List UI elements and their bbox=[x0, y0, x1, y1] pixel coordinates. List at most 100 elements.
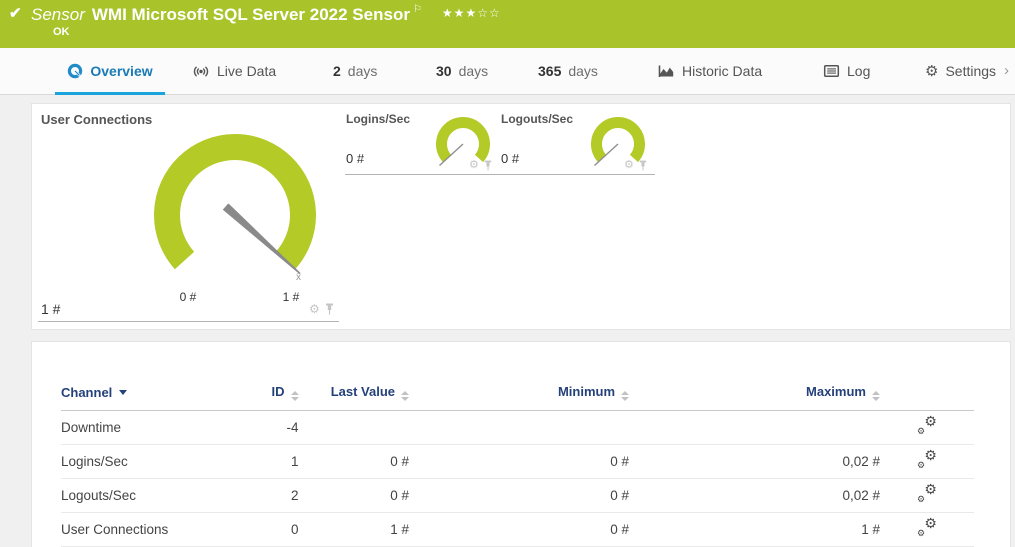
tab-settings[interactable]: ⚙ Settings bbox=[925, 48, 996, 94]
status-badge: OK bbox=[53, 26, 70, 38]
gauge-average-marker: x̄ bbox=[296, 272, 301, 283]
channel-minimum bbox=[409, 411, 629, 445]
flag-icon[interactable]: ⚐ bbox=[413, 4, 422, 15]
gauges-card: User Connections x̄ 0 # 1 # 1 # ⚙ Logins… bbox=[31, 103, 1011, 330]
primary-gauge-actions: ⚙ bbox=[309, 303, 334, 315]
column-header-last-value[interactable]: Last Value bbox=[299, 378, 410, 411]
table-row: Logins/Sec 1 0 # 0 # 0,02 # ⚙⚙ bbox=[61, 445, 974, 479]
channels-card: Channel ID Last Value Minimum Maximum Do… bbox=[31, 341, 1011, 547]
channel-last-value: 0 # bbox=[299, 445, 410, 479]
tab-overview-label: Overview bbox=[90, 63, 152, 79]
tab-2-days-number: 2 bbox=[333, 63, 341, 79]
channel-settings-gear-icon[interactable]: ⚙ bbox=[469, 159, 479, 171]
channel-settings-gears-icon[interactable]: ⚙⚙ bbox=[917, 417, 937, 435]
sensor-kind-label: Sensor bbox=[31, 5, 85, 24]
column-header-minimum[interactable]: Minimum bbox=[409, 378, 629, 411]
channels-table: Channel ID Last Value Minimum Maximum Do… bbox=[61, 378, 974, 547]
primary-gauge-title: User Connections bbox=[41, 112, 152, 127]
logins-gauge-title: Logins/Sec bbox=[346, 112, 410, 126]
tab-historic-data-label: Historic Data bbox=[682, 63, 762, 79]
tab-log[interactable]: Log bbox=[823, 48, 870, 94]
sort-toggle-icon bbox=[872, 391, 880, 401]
sensor-titleline: Sensor WMI Microsoft SQL Server 2022 Sens… bbox=[31, 4, 501, 25]
channel-minimum: 0 # bbox=[409, 513, 629, 547]
channel-maximum: 0,02 # bbox=[629, 479, 880, 513]
tab-30-days-unit: days bbox=[459, 63, 489, 79]
tabs-overflow-chevron-icon[interactable]: › bbox=[1004, 62, 1009, 79]
primary-gauge bbox=[150, 130, 322, 290]
channel-maximum: 1 # bbox=[629, 513, 880, 547]
tab-overview[interactable]: Overview bbox=[55, 48, 165, 94]
channel-settings-gears-icon[interactable]: ⚙⚙ bbox=[917, 451, 937, 469]
primary-panel-divider bbox=[38, 321, 339, 322]
pin-channel-icon[interactable] bbox=[639, 160, 647, 171]
settings-gear-icon: ⚙ bbox=[925, 62, 938, 80]
logins-gauge-current-value: 0 # bbox=[346, 151, 364, 166]
channel-last-value: 0 # bbox=[299, 479, 410, 513]
tab-2-days-unit: days bbox=[348, 63, 378, 79]
tab-log-label: Log bbox=[847, 63, 870, 79]
page-title: WMI Microsoft SQL Server 2022 Sensor bbox=[92, 5, 410, 24]
channel-last-value: 1 # bbox=[299, 513, 410, 547]
channel-last-value bbox=[299, 411, 410, 445]
pin-channel-icon[interactable] bbox=[484, 160, 492, 171]
active-tab-underline bbox=[55, 92, 165, 95]
channel-name[interactable]: Downtime bbox=[61, 411, 253, 445]
channel-settings-gears-icon[interactable]: ⚙⚙ bbox=[917, 519, 937, 537]
sort-descending-icon bbox=[119, 390, 127, 395]
gauge-icon bbox=[67, 63, 83, 79]
column-header-channel-label: Channel bbox=[61, 385, 112, 400]
channel-minimum: 0 # bbox=[409, 479, 629, 513]
column-header-channel[interactable]: Channel bbox=[61, 378, 253, 411]
live-data-icon bbox=[192, 64, 210, 79]
column-header-last-value-label: Last Value bbox=[331, 384, 395, 399]
logins-gauge-actions: ⚙ bbox=[469, 159, 492, 171]
tab-30-days[interactable]: 30 days bbox=[436, 48, 488, 94]
column-header-id[interactable]: ID bbox=[253, 378, 298, 411]
tab-settings-label: Settings bbox=[945, 63, 996, 79]
sensor-page: ✔ Sensor WMI Microsoft SQL Server 2022 Se… bbox=[0, 0, 1015, 547]
primary-gauge-min-label: 0 # bbox=[165, 290, 211, 304]
tab-365-days[interactable]: 365 days bbox=[538, 48, 598, 94]
table-row: User Connections 0 1 # 0 # 1 # ⚙⚙ bbox=[61, 513, 974, 547]
column-header-maximum[interactable]: Maximum bbox=[629, 378, 880, 411]
primary-gauge-max-label: 1 # bbox=[268, 290, 314, 304]
channel-id: 1 bbox=[253, 445, 298, 479]
table-row: Downtime -4 ⚙⚙ bbox=[61, 411, 974, 445]
channel-name[interactable]: Logins/Sec bbox=[61, 445, 253, 479]
logouts-gauge-actions: ⚙ bbox=[624, 159, 647, 171]
stars-empty: ☆☆ bbox=[477, 6, 501, 20]
logouts-panel-divider bbox=[500, 174, 655, 175]
tab-365-days-number: 365 bbox=[538, 63, 561, 79]
channel-name[interactable]: User Connections bbox=[61, 513, 253, 547]
table-row: Logouts/Sec 2 0 # 0 # 0,02 # ⚙⚙ bbox=[61, 479, 974, 513]
logouts-gauge-current-value: 0 # bbox=[501, 151, 519, 166]
tab-2-days[interactable]: 2 days bbox=[333, 48, 377, 94]
channel-minimum: 0 # bbox=[409, 445, 629, 479]
tab-live-data-label: Live Data bbox=[217, 63, 276, 79]
column-header-id-label: ID bbox=[272, 384, 285, 399]
channel-settings-gears-icon[interactable]: ⚙⚙ bbox=[917, 485, 937, 503]
tab-bar: Overview Live Data 2 days 30 days 365 da… bbox=[0, 48, 1015, 95]
column-header-minimum-label: Minimum bbox=[558, 384, 615, 399]
channel-maximum bbox=[629, 411, 880, 445]
channel-id: 0 bbox=[253, 513, 298, 547]
channel-name[interactable]: Logouts/Sec bbox=[61, 479, 253, 513]
priority-stars[interactable]: ★★★☆☆ bbox=[442, 6, 501, 20]
pin-channel-icon[interactable] bbox=[325, 303, 334, 315]
area-chart-icon bbox=[658, 64, 675, 79]
channel-settings-gear-icon[interactable]: ⚙ bbox=[624, 159, 634, 171]
column-header-maximum-label: Maximum bbox=[806, 384, 866, 399]
status-ok-check-icon: ✔ bbox=[9, 4, 22, 22]
channel-id: 2 bbox=[253, 479, 298, 513]
logins-panel-divider bbox=[345, 174, 500, 175]
logouts-gauge-title: Logouts/Sec bbox=[501, 112, 573, 126]
column-header-actions bbox=[880, 378, 974, 411]
table-header-row: Channel ID Last Value Minimum Maximum bbox=[61, 378, 974, 411]
tab-live-data[interactable]: Live Data bbox=[192, 48, 276, 94]
tab-historic-data[interactable]: Historic Data bbox=[658, 48, 762, 94]
sensor-status-header: ✔ Sensor WMI Microsoft SQL Server 2022 Se… bbox=[0, 0, 1015, 48]
channel-id: -4 bbox=[253, 411, 298, 445]
channel-settings-gear-icon[interactable]: ⚙ bbox=[309, 303, 320, 315]
channel-maximum: 0,02 # bbox=[629, 445, 880, 479]
